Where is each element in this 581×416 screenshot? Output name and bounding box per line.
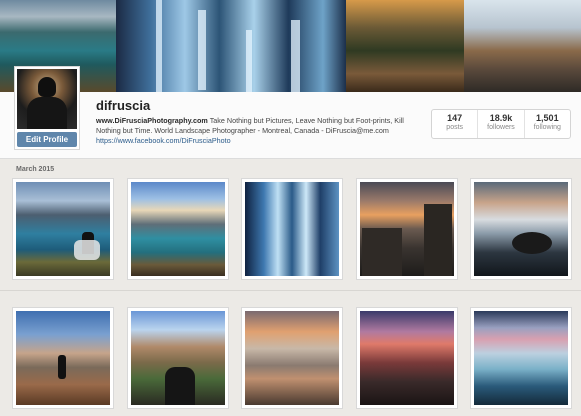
photo-image	[360, 311, 454, 405]
photo-cliff-sunset[interactable]	[356, 178, 458, 280]
photo-dusk-hiker[interactable]	[12, 307, 114, 409]
banner-photo-summit	[464, 0, 581, 92]
avatar-head	[38, 77, 56, 97]
photo-image	[16, 311, 110, 405]
feed-date-label: March 2015	[16, 166, 55, 173]
stat-following-value: 1,501	[536, 113, 559, 123]
avatar-body	[27, 97, 67, 129]
stat-posts-value: 147	[447, 113, 463, 123]
photo-blue-waterfall[interactable]	[241, 178, 343, 280]
stat-following-label: following	[533, 124, 561, 131]
edit-profile-button[interactable]: Edit Profile	[17, 132, 77, 147]
profile-stats: 147 posts 18.9k followers 1,501 followin…	[431, 109, 571, 139]
photo-image	[131, 182, 225, 276]
avatar	[17, 69, 77, 129]
username: difruscia	[96, 98, 151, 113]
photo-image	[360, 182, 454, 276]
photo-image	[474, 311, 568, 405]
stat-posts[interactable]: 147 posts	[432, 110, 477, 138]
stat-posts-label: posts	[446, 124, 464, 131]
row-divider	[0, 290, 581, 291]
banner-photo-waterfall	[116, 0, 346, 92]
photo-image	[474, 182, 568, 276]
stat-following[interactable]: 1,501 following	[523, 110, 570, 138]
profile-banner	[0, 0, 581, 92]
photo-icy-lake[interactable]	[470, 307, 572, 409]
photo-mountain-valley[interactable]	[127, 307, 229, 409]
photo-rocky-seascape[interactable]	[470, 178, 572, 280]
bio-website[interactable]: www.DiFrusciaPhotography.com	[96, 116, 208, 125]
photo-mountain-lake[interactable]	[127, 178, 229, 280]
photo-alpine-shore[interactable]	[241, 307, 343, 409]
photo-lake-hiker[interactable]	[12, 178, 114, 280]
bio-facebook-link[interactable]: https://www.facebook.com/DiFrusciaPhoto	[96, 136, 231, 145]
banner-photo-rocks	[346, 0, 464, 92]
photo-image	[16, 182, 110, 276]
photo-image	[131, 311, 225, 405]
profile-bio: www.DiFrusciaPhotography.com Take Nothin…	[96, 116, 418, 146]
stat-followers-label: followers	[487, 124, 515, 131]
stat-followers[interactable]: 18.9k followers	[477, 110, 523, 138]
stat-followers-value: 18.9k	[489, 113, 513, 123]
photo-image	[245, 182, 339, 276]
photo-image	[245, 311, 339, 405]
avatar-card: Edit Profile	[14, 66, 80, 150]
photo-coastal-rocks[interactable]	[356, 307, 458, 409]
